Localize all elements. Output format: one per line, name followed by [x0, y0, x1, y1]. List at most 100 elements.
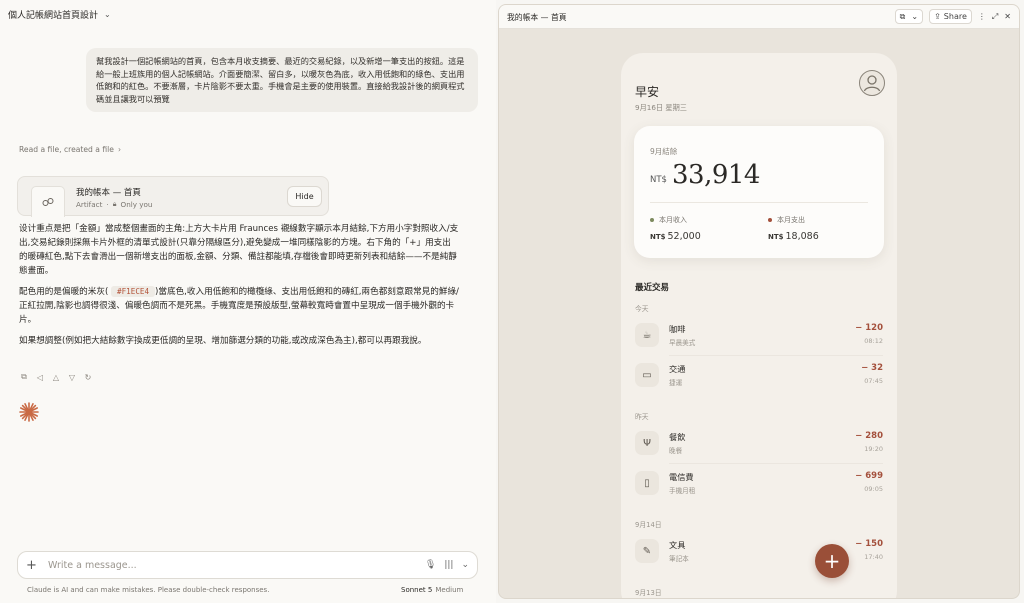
- artifact-visibility: Only you: [120, 199, 153, 209]
- hide-artifact-button[interactable]: Hide: [287, 186, 322, 207]
- income-label-row: 本月收入: [650, 215, 687, 225]
- reply-paragraph-1: 设计重点是把「金額」當成整個畫面的主角:上方大卡片用 Fraunces 襯線數字…: [19, 224, 459, 276]
- message-input[interactable]: Write a message...: [48, 560, 417, 571]
- reply-paragraph-3: 如果想調整(例如把大結餘數字換成更低調的呈現、增加篩選分類的功能,或改成深色為主…: [19, 336, 427, 346]
- share-icon: ⇪: [934, 12, 941, 21]
- message-actions: ⧉ ◁ △ ▽ ↻: [19, 372, 93, 382]
- expense-label: 本月支出: [777, 216, 805, 224]
- pencil-icon: ✎: [635, 539, 659, 563]
- artifact-meta: Artifact · 🔒︎ Only you: [76, 199, 153, 209]
- add-expense-button[interactable]: +: [815, 544, 849, 578]
- transaction-time: 09:05: [864, 485, 883, 493]
- transaction-note: 晚餐: [669, 447, 683, 455]
- message-composer[interactable]: + Write a message... 🎙︎ ||| ⌄: [17, 551, 478, 579]
- income-value: NT$ 52,000: [650, 231, 701, 242]
- chat-pane: 個人記帳網站首頁設計 ⌄ 幫我設計一個記帳網站的首頁，包含本月收支摘要、最近的交…: [0, 0, 496, 603]
- artifact-thumbnail: [31, 186, 65, 217]
- speaker-icon[interactable]: ◁: [35, 372, 45, 382]
- claude-spark-icon: [19, 402, 39, 422]
- chevron-right-icon: ›: [117, 145, 121, 154]
- transaction-name: 文具: [669, 540, 686, 550]
- more-options-icon[interactable]: ⋮: [978, 12, 986, 21]
- currency-label: NT$: [768, 233, 784, 241]
- transaction-time: 17:40: [864, 553, 883, 561]
- expand-icon[interactable]: ⤢: [992, 12, 998, 22]
- transaction-note: 早晨美式: [669, 339, 696, 347]
- user-message: 幫我設計一個記帳網站的首頁，包含本月收支摘要、最近的交易紀錄，以及新增一筆支出的…: [86, 48, 478, 112]
- transaction-row[interactable]: ☕︎ 咖啡 早晨美式 − 120 08:12: [635, 319, 883, 351]
- microphone-icon[interactable]: 🎙︎: [425, 560, 436, 570]
- transaction-name: 咖啡: [669, 324, 686, 334]
- user-icon: [863, 75, 881, 92]
- balance-amount: 33,914: [672, 160, 760, 190]
- transaction-row[interactable]: ▭ 交通 捷運 − 32 07:45: [635, 359, 883, 391]
- bus-icon: ▭: [635, 363, 659, 387]
- copy-icon: ⧉: [899, 11, 906, 21]
- meta-separator: ·: [106, 199, 109, 209]
- row-divider: [669, 355, 883, 356]
- disclaimer: Claude is AI and can make mistakes. Plea…: [27, 586, 270, 594]
- code-link-icon: [42, 198, 54, 206]
- toolbar-actions: ⧉ ⌄ ⇪ Share ⋮ ⤢ ✕: [894, 9, 1011, 24]
- model-selector[interactable]: Sonnet 5 Medium: [401, 586, 463, 594]
- transaction-row[interactable]: Ψ 餐飲 晚餐 − 280 19:20: [635, 427, 883, 459]
- date-group-label: 昨天: [635, 413, 649, 421]
- date-group-label: 今天: [635, 305, 649, 313]
- transaction-name: 電信費: [669, 472, 694, 482]
- retry-icon[interactable]: ↻: [83, 372, 93, 382]
- divider: [650, 202, 868, 203]
- voice-mode-icon[interactable]: |||: [444, 560, 453, 570]
- reply-paragraph-2: 配色用的是偏暖的米灰( #F1ECE4)當底色,收入用低飽和的橄欖綠、支出用低飽…: [19, 285, 459, 327]
- greeting: 早安: [635, 85, 660, 99]
- income-dot: [650, 218, 654, 222]
- reply-text: 配色用的是偏暖的米灰(: [19, 287, 109, 297]
- expense-amount: 18,086: [785, 231, 819, 242]
- add-attachment-icon[interactable]: +: [26, 558, 42, 573]
- model-name: Sonnet 5: [401, 586, 433, 594]
- transaction-name: 交通: [669, 364, 686, 374]
- transaction-note: 捷運: [669, 379, 683, 387]
- coffee-icon: ☕︎: [635, 323, 659, 347]
- share-button[interactable]: ⇪ Share: [929, 9, 972, 24]
- copy-menu[interactable]: ⧉ ⌄: [894, 9, 924, 24]
- date-group-label: 9月13日: [635, 589, 662, 597]
- transaction-note: 筆記本: [669, 555, 689, 563]
- tool-activity-summary[interactable]: Read a file, created a file ›: [19, 145, 121, 154]
- balance-summary-card: 9月結餘 NT$ 33,914 本月收入 本月支出 NT$ 52,000 NT$ 1…: [634, 126, 884, 258]
- chevron-down-icon[interactable]: ⌄: [461, 560, 469, 570]
- transaction-amount: − 699: [855, 471, 883, 481]
- artifact-preview-pane: 我的帳本 — 首頁 ⧉ ⌄ ⇪ Share ⋮ ⤢ ✕ 早安 9月16日 星期三…: [498, 4, 1020, 599]
- phone-icon: ▯: [635, 471, 659, 495]
- thumbs-down-icon[interactable]: ▽: [67, 372, 77, 382]
- conversation-title-menu[interactable]: 個人記帳網站首頁設計 ⌄: [8, 8, 111, 21]
- close-icon[interactable]: ✕: [1004, 12, 1011, 21]
- income-label: 本月收入: [659, 216, 687, 224]
- tool-activity-label: Read a file, created a file: [19, 145, 114, 154]
- income-amount: 52,000: [667, 231, 701, 242]
- balance-label: 9月結餘: [650, 147, 678, 156]
- transaction-time: 07:45: [864, 377, 883, 385]
- currency-label: NT$: [650, 233, 666, 241]
- utensils-icon: Ψ: [635, 431, 659, 455]
- artifact-card[interactable]: 我的帳本 — 首頁 Artifact · 🔒︎ Only you Hide: [17, 176, 329, 217]
- expense-label-row: 本月支出: [768, 215, 805, 225]
- inline-code: #F1ECE4: [111, 286, 156, 297]
- expense-dot: [768, 218, 772, 222]
- transaction-row[interactable]: ▯ 電信費 手機月租 − 699 09:05: [635, 467, 883, 499]
- current-date: 9月16日 星期三: [635, 103, 687, 112]
- transaction-amount: − 32: [861, 363, 883, 373]
- recent-transactions-title: 最近交易: [635, 283, 670, 293]
- transaction-time: 08:12: [864, 337, 883, 345]
- transaction-note: 手機月租: [669, 487, 696, 495]
- copy-icon[interactable]: ⧉: [19, 372, 29, 382]
- plus-icon: +: [823, 549, 841, 573]
- assistant-reply: 设计重点是把「金額」當成整個畫面的主角:上方大卡片用 Fraunces 襯線數字…: [19, 222, 459, 355]
- avatar[interactable]: [859, 70, 885, 96]
- transaction-amount: − 120: [855, 323, 883, 333]
- thumbs-up-icon[interactable]: △: [51, 372, 61, 382]
- artifact-title: 我的帳本 — 首頁: [76, 188, 141, 198]
- share-label: Share: [943, 12, 967, 21]
- artifact-toolbar: 我的帳本 — 首頁 ⧉ ⌄ ⇪ Share ⋮ ⤢ ✕: [499, 5, 1019, 29]
- row-divider: [669, 463, 883, 464]
- date-group-label: 9月14日: [635, 521, 662, 529]
